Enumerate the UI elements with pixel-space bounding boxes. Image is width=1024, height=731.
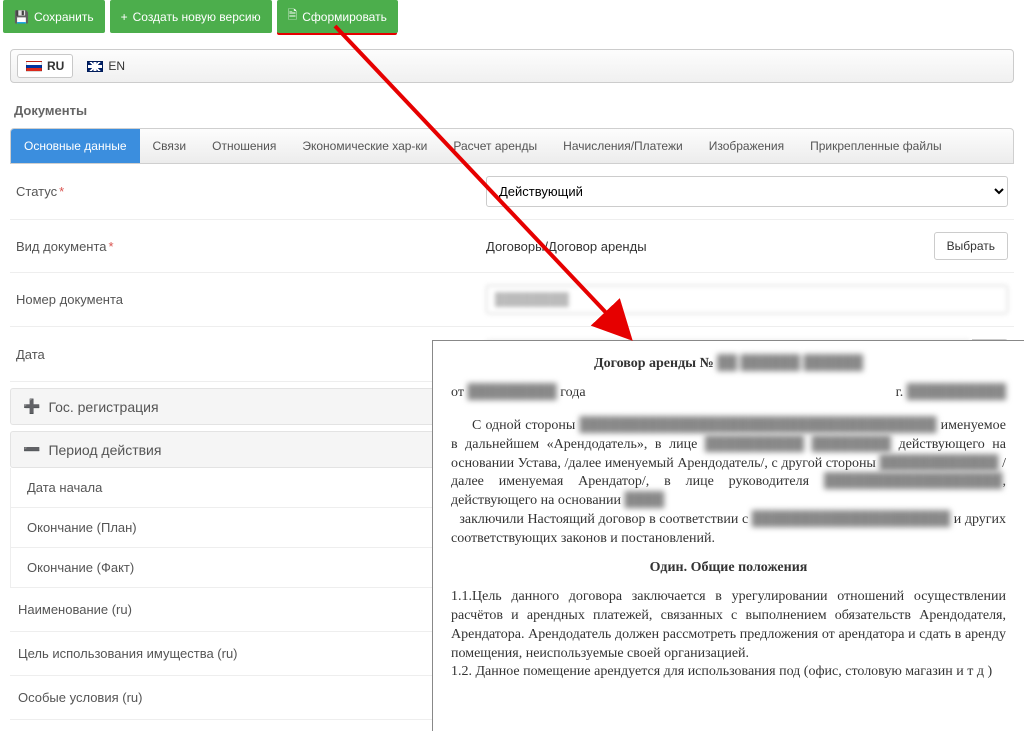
save-button[interactable]: 💾 Сохранить bbox=[3, 0, 105, 33]
tab-links[interactable]: Связи bbox=[140, 129, 200, 163]
doc-clause-1-2: 1.2. Данное помещение арендуется для исп… bbox=[451, 663, 1006, 682]
lang-ru-label: RU bbox=[47, 59, 64, 73]
doc-title: Договор аренды № ██ ██████ ██████ bbox=[451, 355, 1006, 374]
new-version-label: Создать новую версию bbox=[133, 10, 261, 24]
period-label: Период действия bbox=[48, 442, 161, 458]
generated-document-preview: Договор аренды № ██ ██████ ██████ от ███… bbox=[432, 340, 1024, 731]
tab-main[interactable]: Основные данные bbox=[11, 129, 140, 163]
row-status: Статус* Действующий bbox=[10, 164, 1014, 220]
lang-ru[interactable]: RU bbox=[17, 54, 73, 78]
gosreg-label: Гос. регистрация bbox=[48, 399, 158, 415]
date-label: Дата bbox=[16, 347, 486, 362]
tab-charges[interactable]: Начисления/Платежи bbox=[550, 129, 696, 163]
doctype-select-button[interactable]: Выбрать bbox=[934, 232, 1008, 260]
lang-en-label: EN bbox=[108, 59, 125, 73]
doc-paragraph-2: заключили Настоящий договор в соответств… bbox=[451, 511, 1006, 549]
save-icon: 💾 bbox=[14, 10, 29, 24]
language-bar: RU EN bbox=[10, 49, 1014, 83]
tabs-bar: Основные данные Связи Отношения Экономич… bbox=[10, 128, 1014, 164]
doc-meta-row: от █████████ года г. ██████████ bbox=[451, 384, 1006, 403]
row-doctype: Вид документа* Договоры/Договор аренды В… bbox=[10, 220, 1014, 273]
row-docnum: Номер документа bbox=[10, 273, 1014, 327]
flag-ru-icon bbox=[26, 61, 42, 72]
new-version-button[interactable]: + Создать новую версию bbox=[110, 0, 272, 33]
tab-econ[interactable]: Экономические хар-ки bbox=[289, 129, 440, 163]
doctype-label: Вид документа* bbox=[16, 239, 486, 254]
section-title: Документы bbox=[14, 103, 1010, 118]
tab-relations[interactable]: Отношения bbox=[199, 129, 289, 163]
save-label: Сохранить bbox=[34, 10, 94, 24]
docnum-label: Номер документа bbox=[16, 292, 486, 307]
doc-clause-1-1: 1.1.Цель данного договора заключается в … bbox=[451, 588, 1006, 664]
lang-en[interactable]: EN bbox=[79, 54, 133, 78]
docnum-input[interactable] bbox=[486, 285, 1008, 314]
status-select[interactable]: Действующий bbox=[486, 176, 1008, 207]
doctype-value: Договоры/Договор аренды bbox=[486, 239, 928, 254]
tab-images[interactable]: Изображения bbox=[696, 129, 797, 163]
plus-icon: + bbox=[121, 10, 128, 24]
doc-heading-1: Один. Общие положения bbox=[451, 559, 1006, 578]
tab-files[interactable]: Прикрепленные файлы bbox=[797, 129, 955, 163]
flag-en-icon bbox=[87, 61, 103, 72]
document-icon: 🗎 bbox=[288, 6, 298, 27]
action-toolbar: 💾 Сохранить + Создать новую версию 🗎 Сфо… bbox=[0, 0, 1024, 33]
plus-circle-icon: ➕ bbox=[23, 398, 40, 415]
generate-label: Сформировать bbox=[302, 10, 387, 24]
generate-button[interactable]: 🗎 Сформировать bbox=[277, 0, 398, 33]
minus-circle-icon: ➖ bbox=[23, 441, 40, 458]
tab-calc[interactable]: Расчет аренды bbox=[440, 129, 550, 163]
status-label: Статус* bbox=[16, 184, 486, 199]
doc-paragraph-1: С одной стороны ████████████████████████… bbox=[451, 417, 1006, 511]
